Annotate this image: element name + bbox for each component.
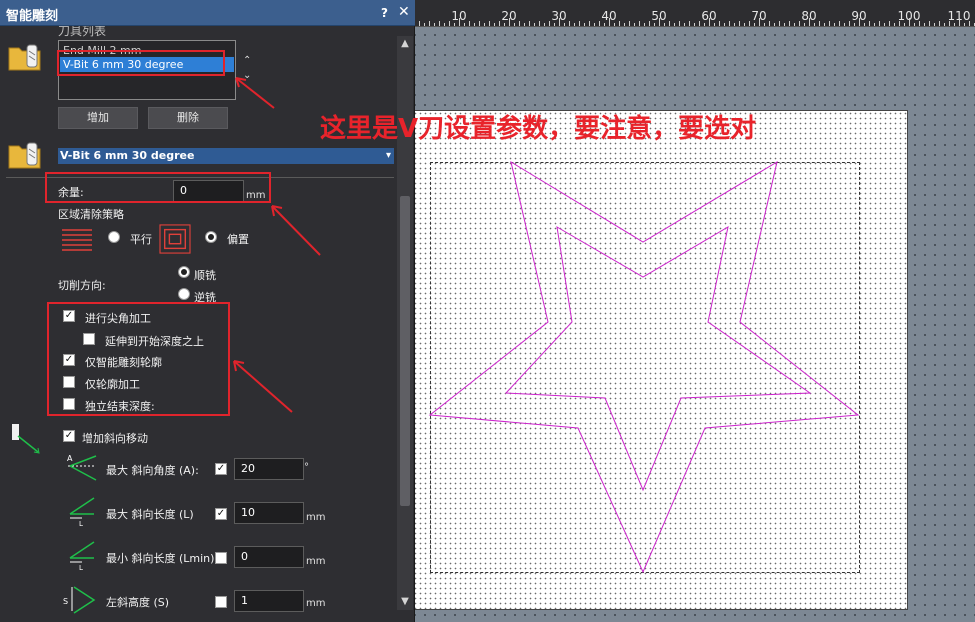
ramp-angle-icon: A: [67, 454, 97, 481]
inner-star-path: [504, 225, 812, 492]
conventional-radio[interactable]: [178, 288, 190, 300]
selected-tool-name: V-Bit 6 mm 30 degree: [60, 149, 195, 162]
left-height-unit: mm: [306, 598, 326, 609]
max-length-unit: mm: [306, 512, 326, 523]
annotation-box-allowance: [45, 172, 271, 203]
scroll-down-icon[interactable]: ▼: [397, 594, 413, 610]
min-length-label: 最小 斜向长度 (Lmin): [106, 552, 215, 565]
cut-direction-label: 切削方向:: [58, 279, 106, 292]
add-tool-button[interactable]: 增加: [58, 107, 138, 129]
max-angle-unit: °: [304, 462, 309, 473]
ramp-height-icon: S: [63, 586, 96, 614]
parallel-radio[interactable]: [108, 231, 120, 243]
add-ramp-checkbox[interactable]: ✓: [63, 430, 75, 442]
tool-database-icon[interactable]: [8, 140, 42, 170]
min-length-checkbox[interactable]: [215, 552, 227, 564]
offset-label: 偏置: [227, 233, 249, 246]
max-length-input[interactable]: 10: [234, 502, 304, 524]
max-length-label: 最大 斜向长度 (L): [106, 508, 194, 521]
scroll-up-icon[interactable]: ▲: [397, 36, 413, 52]
scroll-thumb[interactable]: [400, 196, 410, 506]
max-angle-label: 最大 斜向角度 (A):: [106, 464, 199, 477]
ramp-min-length-icon: L: [69, 541, 95, 570]
max-length-checkbox[interactable]: ✓: [215, 508, 227, 520]
parallel-label: 平行: [130, 233, 152, 246]
svg-text:S: S: [63, 597, 68, 606]
min-length-input[interactable]: 0: [234, 546, 304, 568]
annotation-text: 这里是V刀设置参数，要注意，要选对: [320, 114, 757, 144]
max-angle-checkbox[interactable]: ✓: [215, 463, 227, 475]
help-button[interactable]: ?: [381, 6, 388, 20]
left-height-label: 左斜高度 (S): [106, 596, 170, 609]
offset-strategy-icon[interactable]: [158, 224, 192, 254]
annotation-box-tool-list: [57, 50, 225, 76]
offset-radio[interactable]: [205, 231, 217, 243]
clear-strategy-label: 区域清除策略: [58, 208, 124, 221]
climb-radio[interactable]: [178, 266, 190, 278]
left-height-checkbox[interactable]: [215, 596, 227, 608]
move-down-icon[interactable]: ⌄: [243, 70, 251, 81]
panel-titlebar: 智能雕刻 ? ✕: [0, 0, 415, 26]
ramp-tool-icon: [12, 424, 40, 454]
move-up-icon[interactable]: ⌃: [243, 55, 251, 66]
panel-title: 智能雕刻: [6, 9, 59, 24]
tool-database-icon[interactable]: [8, 42, 42, 72]
close-button[interactable]: ✕: [398, 4, 410, 20]
svg-text:L: L: [79, 564, 83, 570]
min-length-unit: mm: [306, 556, 326, 567]
selected-tool-dropdown[interactable]: V-Bit 6 mm 30 degree ▾: [58, 148, 394, 164]
climb-label: 顺铣: [194, 269, 216, 282]
annotation-box-options: [47, 302, 230, 416]
chevron-down-icon: ▾: [385, 150, 391, 161]
left-height-input[interactable]: 1: [234, 590, 304, 612]
svg-text:A: A: [67, 454, 73, 463]
add-ramp-label: 增加斜向移动: [82, 432, 148, 445]
delete-tool-button[interactable]: 删除: [148, 107, 228, 129]
max-angle-input[interactable]: 20: [234, 458, 304, 480]
ramp-length-icon: L: [69, 497, 95, 526]
svg-text:L: L: [79, 520, 83, 526]
parallel-strategy-icon[interactable]: [60, 226, 94, 256]
outer-star-path: [428, 160, 860, 574]
